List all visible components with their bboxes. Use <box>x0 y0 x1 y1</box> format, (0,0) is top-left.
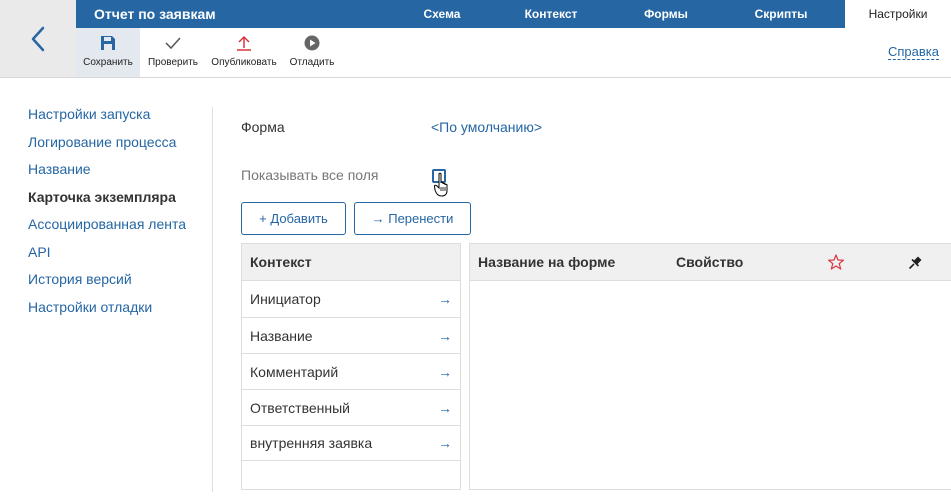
arrow-right-icon[interactable]: → <box>438 328 452 344</box>
column-header-name: Название на форме <box>478 254 616 270</box>
show-all-fields-label: Показывать все поля <box>241 167 379 183</box>
move-button[interactable]: → Перенести <box>354 202 471 235</box>
debug-button[interactable]: Отладить <box>287 28 337 77</box>
sidebar-divider <box>212 107 213 492</box>
settings-sidebar: Настройки запуска Логирование процесса Н… <box>28 104 186 324</box>
publish-label: Опубликовать <box>211 57 277 68</box>
form-fields-body <box>470 280 951 281</box>
arrow-right-icon[interactable]: → <box>438 400 452 416</box>
publish-button[interactable]: Опубликовать <box>209 28 279 77</box>
sidebar-item-api[interactable]: API <box>28 242 186 270</box>
list-item-label: Ответственный <box>250 399 350 416</box>
context-list: Инициатор → Название → Комментарий → Отв… <box>242 280 460 461</box>
sidebar-item-version-history[interactable]: История версий <box>28 269 186 297</box>
context-header-label: Контекст <box>250 254 312 270</box>
list-item[interactable]: Комментарий → <box>242 353 460 389</box>
tab-scheme[interactable]: Схема <box>400 0 484 28</box>
list-item-label: Комментарий <box>250 363 339 380</box>
tab-context[interactable]: Контекст <box>506 0 596 28</box>
hand-cursor-icon <box>434 172 448 197</box>
back-button[interactable] <box>0 0 76 78</box>
chevron-left-icon <box>31 26 45 52</box>
form-fields-panel: Название на форме Свойство <box>469 243 951 490</box>
star-icon[interactable] <box>828 254 844 270</box>
list-item[interactable]: Ответственный → <box>242 389 460 425</box>
list-item-label: Инициатор <box>250 291 321 307</box>
list-item[interactable]: внутренняя заявка → <box>242 425 460 461</box>
form-fields-header: Название на форме Свойство <box>470 244 951 280</box>
arrow-right-icon[interactable]: → <box>438 291 452 307</box>
sidebar-item-debug-settings[interactable]: Настройки отладки <box>28 297 186 325</box>
debug-label: Отладить <box>289 57 335 68</box>
check-button[interactable]: Проверить <box>144 28 202 77</box>
save-label: Сохранить <box>83 57 133 68</box>
context-panel: Контекст Инициатор → Название → Коммента… <box>241 243 461 490</box>
check-label: Проверить <box>147 57 198 68</box>
sidebar-item-process-logging[interactable]: Логирование процесса <box>28 132 186 160</box>
sidebar-item-associated-feed[interactable]: Ассоциированная лента <box>28 214 186 242</box>
check-icon <box>165 37 181 50</box>
save-button[interactable]: Сохранить <box>76 28 140 77</box>
list-item-label: Название <box>250 327 313 344</box>
publish-icon <box>237 35 251 51</box>
add-button[interactable]: + Добавить <box>241 202 346 235</box>
list-item-label: внутренняя заявка <box>250 435 373 451</box>
tab-settings[interactable]: Настройки <box>845 0 951 28</box>
sidebar-item-instance-card[interactable]: Карточка экземпляра <box>28 187 186 215</box>
debug-play-icon <box>304 35 320 51</box>
list-item[interactable]: Название → <box>242 317 460 353</box>
column-header-property: Свойство <box>676 254 744 270</box>
sidebar-item-launch-settings[interactable]: Настройки запуска <box>28 104 186 132</box>
pin-icon[interactable] <box>908 255 923 270</box>
save-icon <box>101 36 115 50</box>
help-link[interactable]: Справка <box>888 45 939 60</box>
tab-forms[interactable]: Формы <box>621 0 711 28</box>
form-label: Форма <box>241 119 285 135</box>
toolbar: Сохранить Проверить Опубликовать Отладит… <box>76 28 951 78</box>
form-select-link[interactable]: <По умолчанию> <box>431 119 542 135</box>
arrow-right-icon[interactable]: → <box>438 435 452 451</box>
list-item[interactable]: Инициатор → <box>242 281 460 317</box>
back-area <box>0 0 76 78</box>
sidebar-item-name[interactable]: Название <box>28 159 186 187</box>
context-panel-header: Контекст <box>242 244 460 280</box>
tab-scripts[interactable]: Скрипты <box>736 0 826 28</box>
arrow-right-icon[interactable]: → <box>438 364 452 380</box>
app-title: Отчет по заявкам <box>94 6 216 22</box>
top-bar: Отчет по заявкам Схема Контекст Формы Ск… <box>76 0 951 28</box>
